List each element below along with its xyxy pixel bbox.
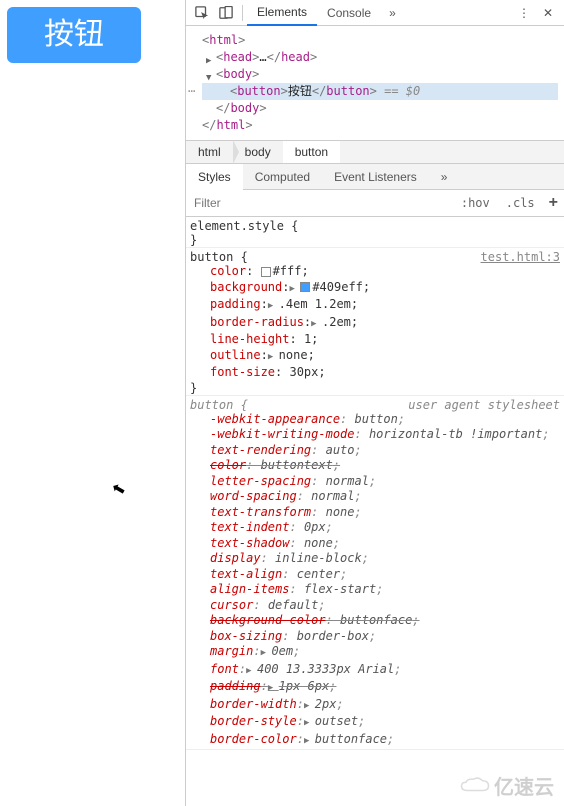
css-declaration: padding:▶ 1px 6px; <box>190 679 560 697</box>
devtools-tabs: Elements Console » <box>247 0 404 26</box>
rule-user-agent: user agent stylesheetbutton { -webkit-ap… <box>186 396 564 751</box>
separator <box>242 5 243 21</box>
css-declaration: -webkit-appearance: button; <box>190 412 560 428</box>
mouse-cursor-icon: ⬉ <box>110 478 128 501</box>
css-declaration: display: inline-block; <box>190 551 560 567</box>
tab-styles[interactable]: Styles <box>186 164 243 190</box>
rule-source-ua: user agent stylesheet <box>408 398 560 412</box>
css-declaration: align-items: flex-start; <box>190 582 560 598</box>
css-declaration: -webkit-writing-mode: horizontal-tb !imp… <box>190 427 560 443</box>
css-declaration: text-transform: none; <box>190 505 560 521</box>
watermark: 亿速云 <box>460 771 554 800</box>
tab-computed[interactable]: Computed <box>243 164 322 190</box>
dom-tree[interactable]: <html> ▶<head>…</head> ▼<body> ⋯<button>… <box>186 26 564 140</box>
css-declaration[interactable]: line-height: 1; <box>190 332 560 348</box>
css-declaration: text-shadow: none; <box>190 536 560 552</box>
devtools-panel: Elements Console » ⋮ ✕ <html> ▶<head>…</… <box>186 0 564 806</box>
devtools-toolbar: Elements Console » ⋮ ✕ <box>186 0 564 26</box>
css-declaration: cursor: default; <box>190 598 560 614</box>
rendered-page: 按钮 ⬉ <box>0 0 186 806</box>
css-declaration: border-width:▶ 2px; <box>190 697 560 715</box>
crumb-button[interactable]: button <box>283 141 340 163</box>
tab-event-listeners[interactable]: Event Listeners <box>322 164 429 190</box>
css-declaration: text-indent: 0px; <box>190 520 560 536</box>
css-declaration: box-sizing: border-box; <box>190 629 560 645</box>
tab-console[interactable]: Console <box>317 0 381 26</box>
css-declaration: border-color:▶ buttonface; <box>190 732 560 750</box>
css-declaration: font:▶ 400 13.3333px Arial; <box>190 662 560 680</box>
css-declaration: background-color: buttonface; <box>190 613 560 629</box>
selected-dom-node[interactable]: ⋯<button>按钮</button> == $0 <box>202 83 558 100</box>
css-declaration: text-align: center; <box>190 567 560 583</box>
cls-toggle[interactable]: .cls <box>498 196 543 210</box>
hov-toggle[interactable]: :hov <box>453 196 498 210</box>
css-declaration: letter-spacing: normal; <box>190 474 560 490</box>
css-declaration: color: buttontext; <box>190 458 560 474</box>
css-declaration[interactable]: padding:▶ .4em 1.2em; <box>190 297 560 315</box>
new-style-rule-icon[interactable]: + <box>543 194 564 212</box>
css-declaration[interactable]: background:▶ #409eff; <box>190 280 560 298</box>
css-declaration: border-style:▶ outset; <box>190 714 560 732</box>
css-declaration: margin:▶ 0em; <box>190 644 560 662</box>
css-declaration[interactable]: font-size: 30px; <box>190 365 560 381</box>
css-declaration[interactable]: border-radius:▶ .2em; <box>190 315 560 333</box>
css-declaration[interactable]: color: #fff; <box>190 264 560 280</box>
rule-source-link[interactable]: test.html:3 <box>481 250 560 264</box>
kebab-menu-icon[interactable]: ⋮ <box>512 1 536 25</box>
css-declaration: word-spacing: normal; <box>190 489 560 505</box>
inspect-element-icon[interactable] <box>190 1 214 25</box>
crumb-html[interactable]: html <box>186 141 233 163</box>
breadcrumb: html body button <box>186 140 564 164</box>
rule-element-style[interactable]: element.style { } <box>186 217 564 248</box>
device-toolbar-icon[interactable] <box>214 1 238 25</box>
tabs-overflow-icon[interactable]: » <box>381 6 404 20</box>
css-declaration[interactable]: outline:▶ none; <box>190 348 560 366</box>
rule-author[interactable]: test.html:3button { color: #fff;backgrou… <box>186 248 564 396</box>
filter-row: :hov .cls + <box>186 190 564 217</box>
ellipsis-icon: ⋯ <box>188 83 195 100</box>
crumb-body[interactable]: body <box>233 141 283 163</box>
tab-elements[interactable]: Elements <box>247 0 317 26</box>
demo-button[interactable]: 按钮 <box>7 7 141 63</box>
close-icon[interactable]: ✕ <box>536 1 560 25</box>
subtabs-overflow-icon[interactable]: » <box>429 164 460 190</box>
css-declaration: text-rendering: auto; <box>190 443 560 459</box>
filter-input[interactable] <box>186 190 453 216</box>
styles-panel[interactable]: element.style { } test.html:3button { co… <box>186 217 564 806</box>
styles-tabs: Styles Computed Event Listeners » <box>186 164 564 190</box>
